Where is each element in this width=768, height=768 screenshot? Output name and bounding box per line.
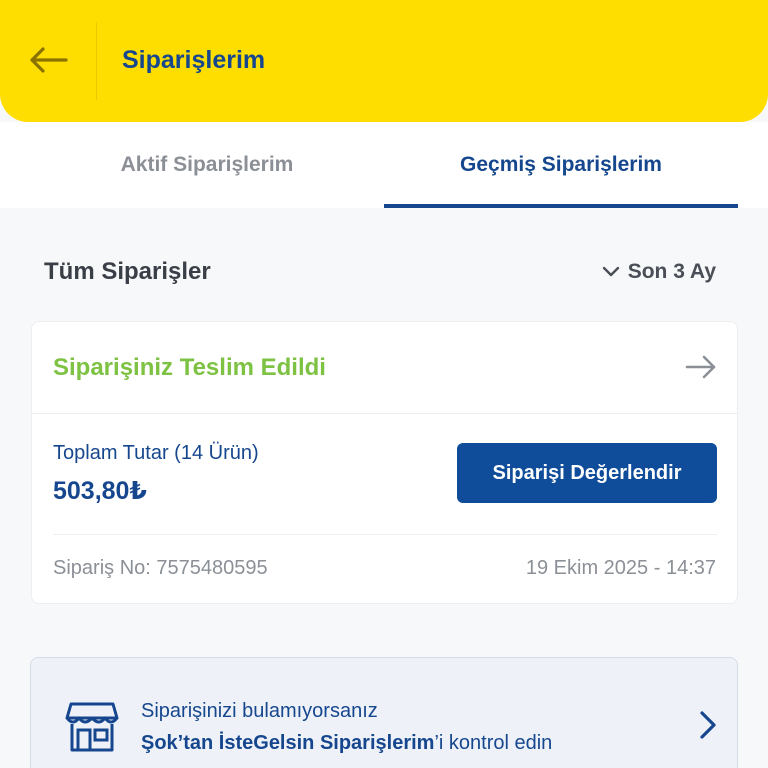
tab-past-orders-inner: Geçmiş Siparişlerim: [384, 122, 738, 208]
header-divider: [96, 22, 97, 100]
tab-past-orders[interactable]: Geçmiş Siparişlerim: [384, 122, 738, 208]
total-value: 503,80₺: [53, 477, 147, 505]
store-icon: [65, 702, 119, 752]
rate-order-label: Siparişi Değerlendir: [492, 461, 682, 484]
total-label: Toplam Tutar (14 Ürün): [53, 442, 259, 464]
tab-active-orders[interactable]: Aktif Siparişlerim: [30, 122, 384, 208]
back-button[interactable]: [26, 42, 70, 78]
arrow-left-icon: [30, 47, 68, 73]
tab-label: Geçmiş Siparişlerim: [460, 153, 662, 176]
chevron-down-icon: [602, 266, 619, 277]
card-divider: [53, 534, 717, 535]
rate-order-button[interactable]: Siparişi Değerlendir: [457, 443, 717, 503]
order-date: 19 Ekim 2025 - 14:37: [525, 557, 716, 579]
page-title: Siparişlerim: [122, 46, 266, 74]
period-label: Son 3 Ay: [627, 260, 716, 283]
tab-label: Aktif Siparişlerim: [120, 153, 294, 176]
order-card: Siparişiniz Teslim Edildi Toplam Tutar (…: [31, 321, 738, 604]
order-tabs: Aktif Siparişlerim Geçmiş Siparişlerim: [0, 122, 768, 208]
help-link-text: Şok’tan İsteGelsin Siparişlerim: [141, 732, 435, 754]
order-detail-link[interactable]: Siparişiniz Teslim Edildi: [32, 322, 737, 414]
period-filter-button[interactable]: Son 3 Ay: [602, 260, 716, 284]
app-header: Siparişlerim: [0, 0, 768, 122]
arrow-right-icon: [685, 355, 716, 379]
section-title: Tüm Siparişler: [44, 258, 211, 285]
help-text-line1: Siparişinizi bulamıyorsanız: [141, 700, 378, 722]
help-text-line2: Şok’tan İsteGelsin Siparişlerim’i kontro…: [141, 732, 552, 755]
order-status: Siparişiniz Teslim Edildi: [53, 354, 326, 381]
order-number: Sipariş No: 7575480595: [53, 557, 268, 579]
tab-active-indicator: [384, 204, 738, 208]
chevron-right-icon: [700, 711, 716, 739]
istegelsin-orders-link[interactable]: Siparişinizi bulamıyorsanız Şok’tan İste…: [30, 657, 738, 768]
help-text-suffix: ’i kontrol edin: [434, 732, 553, 754]
